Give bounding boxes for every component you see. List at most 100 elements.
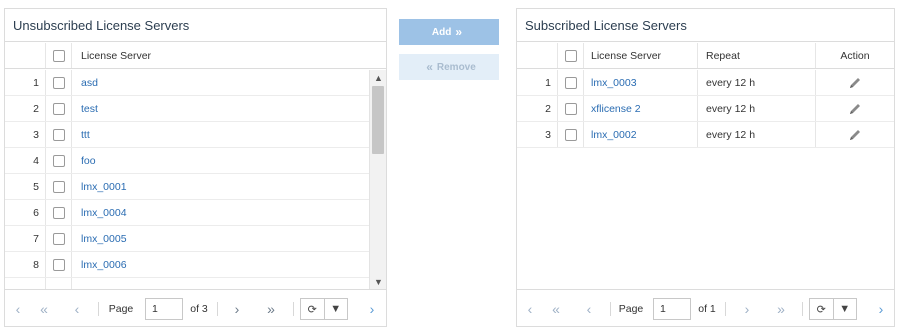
- vertical-scrollbar[interactable]: ▲ ▼: [369, 70, 386, 290]
- row-checkbox[interactable]: [52, 258, 65, 271]
- license-server-cell: lmx_0002: [583, 122, 697, 147]
- repeat-cell: every 12 h: [697, 122, 815, 147]
- page-label: Page: [618, 302, 644, 315]
- select-all-checkbox[interactable]: [52, 49, 65, 62]
- scroll-thumb[interactable]: [372, 86, 384, 154]
- table-row[interactable]: 1 lmx_0003 every 12 h: [517, 70, 894, 96]
- row-checkbox-cell: [45, 200, 71, 225]
- table-row[interactable]: 4 foo: [5, 148, 369, 174]
- column-action: Action: [815, 43, 894, 68]
- unsubscribed-panel: Unsubscribed License Servers License Ser…: [4, 8, 387, 327]
- license-server-link[interactable]: lmx_0003: [591, 77, 637, 89]
- license-server-link[interactable]: lmx_0006: [81, 259, 127, 271]
- action-cell: [815, 70, 894, 95]
- chevron-right-icon[interactable]: ›: [363, 290, 381, 327]
- column-license-server[interactable]: License Server: [71, 43, 369, 68]
- row-number: 3: [33, 128, 39, 141]
- license-server-cell: lmx_0005: [71, 226, 127, 251]
- table-row[interactable]: 8 lmx_0006: [5, 252, 369, 278]
- table-row[interactable]: 6 lmx_0004: [5, 200, 369, 226]
- row-checkbox[interactable]: [52, 180, 65, 193]
- license-server-link[interactable]: lmx_0002: [591, 129, 637, 141]
- table-row[interactable]: 2 xflicense 2 every 12 h: [517, 96, 894, 122]
- license-server-link[interactable]: lmx_0004: [81, 207, 127, 219]
- refresh-combo[interactable]: ⟳ ▼: [809, 298, 857, 320]
- license-server-link[interactable]: lmx_0001: [81, 181, 127, 193]
- refresh-icon[interactable]: ⟳: [301, 299, 324, 319]
- row-checkbox[interactable]: [52, 128, 65, 141]
- license-server-link[interactable]: lmx_0005: [81, 233, 127, 245]
- license-server-link[interactable]: ttt: [81, 129, 90, 141]
- row-checkbox[interactable]: [564, 102, 577, 115]
- action-cell: [815, 96, 894, 121]
- row-checkbox-cell: [557, 96, 583, 121]
- pencil-icon[interactable]: [848, 128, 862, 142]
- row-number: 3: [545, 128, 551, 141]
- collapse-left-icon[interactable]: ‹: [9, 290, 27, 327]
- table-row[interactable]: 1 asd: [5, 70, 369, 96]
- row-checkbox[interactable]: [52, 76, 65, 89]
- pager-separator: [293, 302, 294, 316]
- table-row[interactable]: 7 lmx_0005: [5, 226, 369, 252]
- row-checkbox[interactable]: [52, 154, 65, 167]
- pager-separator: [98, 302, 99, 316]
- row-number: 4: [33, 154, 39, 167]
- pencil-icon[interactable]: [848, 102, 862, 116]
- first-page-icon[interactable]: «: [33, 290, 55, 327]
- license-server-cell: lmx_0003: [583, 70, 697, 95]
- next-page-icon[interactable]: ›: [737, 290, 757, 327]
- caret-down-icon[interactable]: ▼: [832, 299, 857, 319]
- license-server-link[interactable]: xflicense 2: [591, 103, 641, 115]
- refresh-icon[interactable]: ⟳: [810, 299, 833, 319]
- table-row[interactable]: 3 ttt: [5, 122, 369, 148]
- row-checkbox[interactable]: [52, 102, 65, 115]
- row-checkbox[interactable]: [564, 128, 577, 141]
- prev-page-icon[interactable]: ‹: [579, 290, 599, 327]
- license-server-link[interactable]: test: [81, 103, 98, 115]
- page-count-label: of 3: [190, 302, 208, 315]
- row-checkbox[interactable]: [564, 76, 577, 89]
- license-server-link[interactable]: asd: [81, 77, 98, 89]
- table-row[interactable]: 3 lmx_0002 every 12 h: [517, 122, 894, 148]
- row-number: 8: [33, 258, 39, 271]
- repeat-value: every 12 h: [706, 102, 756, 115]
- subscribed-pager: ‹ « ‹ Page of 1 › » ⟳ ▼ ›: [517, 289, 894, 326]
- pager-separator: [217, 302, 218, 316]
- column-repeat[interactable]: Repeat: [697, 43, 815, 68]
- collapse-left-icon[interactable]: ‹: [521, 290, 539, 327]
- select-all-checkbox[interactable]: [564, 49, 577, 62]
- first-page-icon[interactable]: «: [545, 290, 567, 327]
- page-label: Page: [108, 302, 134, 315]
- scroll-down-icon[interactable]: ▼: [370, 275, 387, 289]
- column-license-server[interactable]: License Server: [583, 43, 697, 68]
- row-number: 1: [33, 76, 39, 89]
- row-checkbox-cell: [45, 148, 71, 173]
- unsubscribed-title: Unsubscribed License Servers: [5, 9, 386, 42]
- row-checkbox[interactable]: [52, 206, 65, 219]
- chevron-right-icon[interactable]: ›: [872, 290, 890, 327]
- scroll-up-icon[interactable]: ▲: [370, 71, 387, 85]
- table-row[interactable]: 2 test: [5, 96, 369, 122]
- page-number-input[interactable]: [653, 298, 691, 320]
- row-checkbox-cell: [45, 96, 71, 121]
- license-server-cell: lmx_0006: [71, 252, 127, 277]
- page-number-input[interactable]: [145, 298, 183, 320]
- row-checkbox[interactable]: [52, 232, 65, 245]
- last-page-icon[interactable]: »: [259, 290, 283, 327]
- refresh-combo[interactable]: ⟳ ▼: [300, 298, 348, 320]
- remove-button[interactable]: « Remove: [399, 54, 499, 80]
- table-row[interactable]: 5 lmx_0001: [5, 174, 369, 200]
- add-button[interactable]: Add »: [399, 19, 499, 45]
- caret-down-icon[interactable]: ▼: [323, 299, 348, 319]
- last-page-icon[interactable]: »: [769, 290, 793, 327]
- next-page-icon[interactable]: ›: [227, 290, 247, 327]
- license-server-link[interactable]: foo: [81, 155, 96, 167]
- row-number: 1: [545, 76, 551, 89]
- row-checkbox-cell: [45, 122, 71, 147]
- row-number: 2: [33, 102, 39, 115]
- row-checkbox-cell: [45, 252, 71, 277]
- pencil-icon[interactable]: [848, 76, 862, 90]
- unsubscribed-pager: ‹ « ‹ Page of 3 › » ⟳ ▼ ›: [5, 289, 386, 326]
- prev-page-icon[interactable]: ‹: [67, 290, 87, 327]
- license-server-cell: ttt: [71, 122, 90, 147]
